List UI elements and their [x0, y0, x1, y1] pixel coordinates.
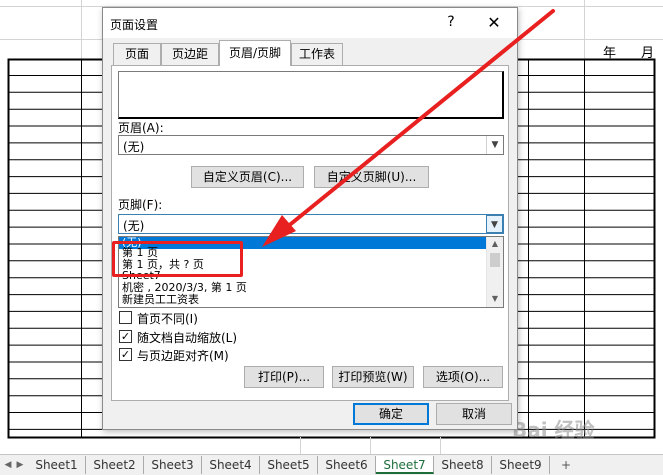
cancel-button[interactable]: 取消 — [436, 403, 512, 425]
footer-select[interactable]: (无) ▼ — [118, 214, 504, 234]
page-setup-dialog: 页面设置 ? ✕ 页面 页边距 页眉/页脚 工作表 页眉(A): (无) ▼ 自… — [102, 7, 518, 430]
header-year: 年 — [603, 46, 617, 61]
align-with-margins-checkbox[interactable]: ✓ — [119, 348, 132, 361]
header-preview — [118, 71, 504, 119]
header-month: 月 — [641, 46, 655, 61]
dropdown-scrollbar[interactable]: ▲ ▼ — [486, 237, 503, 307]
header-label: 页眉(A): — [118, 121, 164, 135]
scale-with-document-label: 随文档自动缩放(L) — [137, 331, 238, 345]
tab-header-footer[interactable]: 页眉/页脚 — [219, 40, 291, 66]
chevron-down-icon[interactable]: ▼ — [486, 215, 503, 233]
sheet-tab-8[interactable]: Sheet8 — [434, 456, 492, 474]
annotation-highlight-box — [112, 241, 243, 277]
tab-sheet[interactable]: 工作表 — [291, 43, 343, 65]
ok-button[interactable]: 确定 — [353, 403, 429, 425]
sheet-tab-1[interactable]: Sheet1 — [28, 456, 86, 474]
different-first-page-checkbox[interactable] — [119, 311, 132, 324]
scroll-down-icon[interactable]: ▼ — [487, 292, 503, 306]
different-first-page-label: 首页不同(I) — [137, 312, 198, 326]
footer-option[interactable]: 新建员工工资表 — [119, 294, 487, 306]
add-sheet-icon[interactable]: + — [559, 458, 573, 472]
chevron-down-icon[interactable]: ▼ — [486, 136, 503, 154]
custom-header-button[interactable]: 自定义页眉(C)... — [191, 166, 304, 188]
dialog-titlebar[interactable]: 页面设置 ? ✕ — [103, 8, 517, 38]
sheet-tab-2[interactable]: Sheet2 — [86, 456, 144, 474]
header-select[interactable]: (无) ▼ — [118, 135, 504, 155]
dialog-title: 页面设置 — [110, 18, 159, 32]
sheet-tab-4[interactable]: Sheet4 — [202, 456, 260, 474]
close-icon[interactable]: ✕ — [483, 12, 505, 34]
sheet-tab-5[interactable]: Sheet5 — [260, 456, 318, 474]
sheet-tab-6[interactable]: Sheet6 — [318, 456, 376, 474]
tab-scroll-right-icon[interactable]: ▶ — [14, 457, 26, 473]
sheet-tabs-bar: ◀ ▶ Sheet1 Sheet2 Sheet3 Sheet4 Sheet5 S… — [0, 454, 663, 475]
sheet-tab-9[interactable]: Sheet9 — [492, 456, 550, 474]
watermark: Bai 经验 — [512, 418, 595, 442]
custom-footer-button[interactable]: 自定义页脚(U)... — [314, 166, 429, 188]
header-select-value: (无) — [123, 140, 145, 154]
scroll-thumb[interactable] — [490, 253, 500, 267]
options-button[interactable]: 选项(O)... — [423, 366, 503, 388]
print-button[interactable]: 打印(P)... — [244, 366, 324, 388]
tab-scroll-left-icon[interactable]: ◀ — [2, 457, 14, 473]
align-with-margins-label: 与页边距对齐(M) — [137, 349, 229, 363]
print-preview-button[interactable]: 打印预览(W) — [332, 366, 414, 388]
scroll-up-icon[interactable]: ▲ — [487, 237, 503, 251]
tab-page[interactable]: 页面 — [113, 43, 161, 65]
help-icon[interactable]: ? — [443, 14, 459, 32]
footer-label: 页脚(F): — [118, 198, 163, 212]
sheet-tab-3[interactable]: Sheet3 — [144, 456, 202, 474]
scale-with-document-checkbox[interactable]: ✓ — [119, 330, 132, 343]
footer-select-value: (无) — [123, 219, 145, 233]
sheet-tab-7[interactable]: Sheet7 — [376, 456, 434, 474]
tab-margins[interactable]: 页边距 — [161, 43, 219, 65]
